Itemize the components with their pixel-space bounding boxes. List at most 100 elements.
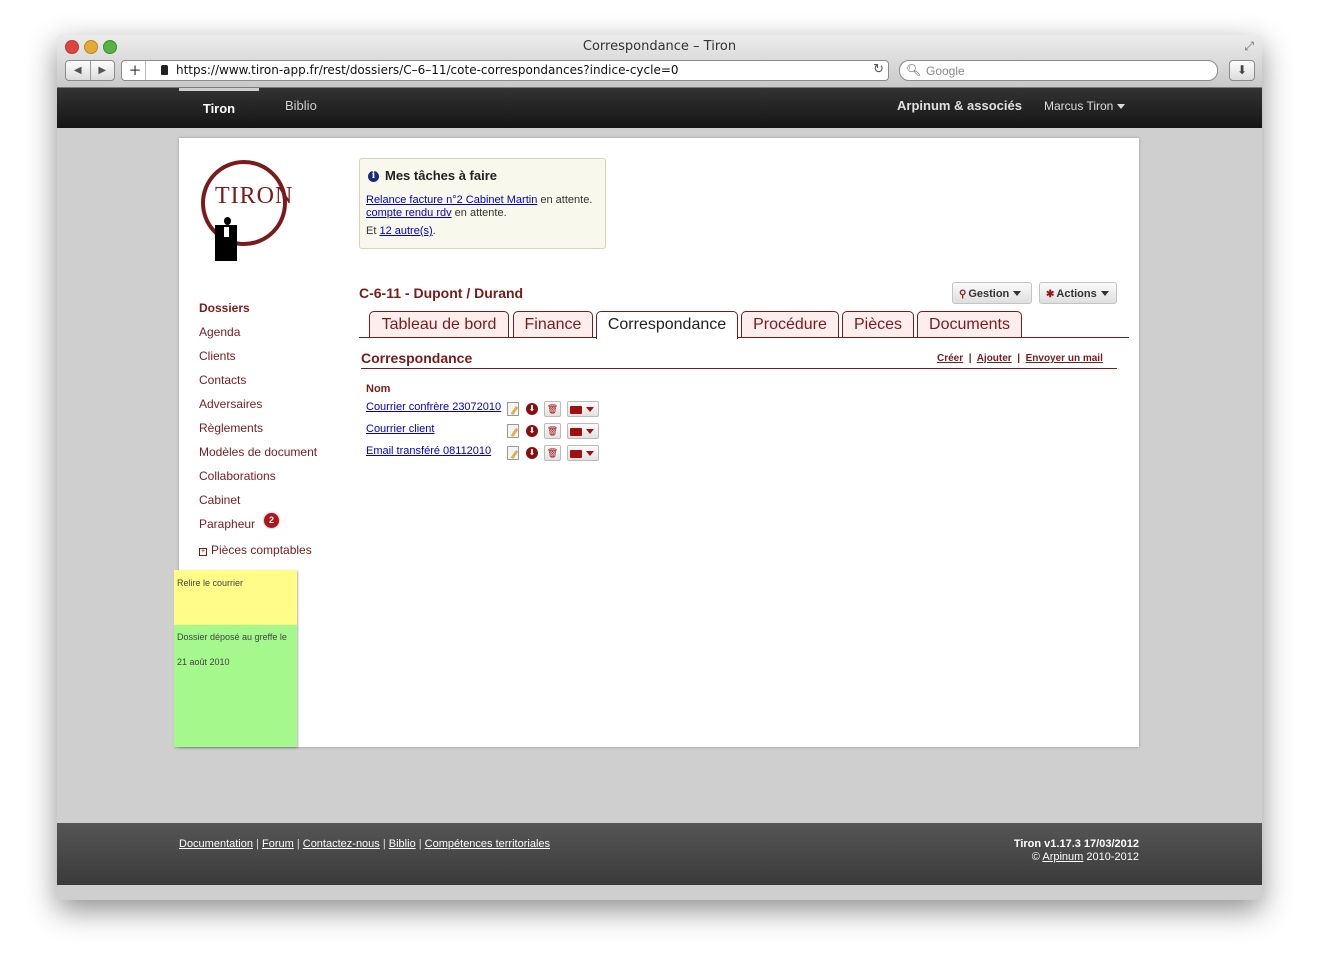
document-link[interactable]: Courrier client bbox=[366, 423, 434, 435]
sidebar-item-contacts[interactable]: Contacts bbox=[199, 373, 246, 387]
document-link[interactable]: Email transféré 08112010 bbox=[366, 445, 491, 457]
task-line-1: Relance facture n°2 Cabinet Martin en at… bbox=[366, 194, 592, 206]
tab-procedure[interactable]: Procédure bbox=[741, 311, 839, 337]
tab-pieces[interactable]: Pièces bbox=[842, 311, 914, 337]
address-bar[interactable]: + https://www.tiron-app.fr/rest/dossiers… bbox=[121, 60, 889, 81]
edit-icon[interactable] bbox=[507, 424, 519, 438]
logo-figure-head bbox=[224, 217, 231, 225]
search-input[interactable] bbox=[924, 62, 1208, 80]
sidebar-item-parapheur[interactable]: Parapheur bbox=[199, 517, 255, 531]
folder-menu-button[interactable] bbox=[567, 423, 599, 439]
tasks-title: Mes tâches à faire bbox=[385, 168, 498, 183]
logo-text: TIRON bbox=[215, 183, 294, 209]
logo-figure-collar bbox=[224, 227, 229, 237]
folder-menu-button[interactable] bbox=[567, 445, 599, 461]
user-name: Marcus Tiron bbox=[1044, 99, 1114, 113]
task-more-prefix: Et bbox=[366, 225, 380, 237]
edit-icon[interactable] bbox=[507, 402, 519, 416]
section-actions: Créer | Ajouter | Envoyer un mail bbox=[937, 353, 1103, 364]
add-link[interactable]: Ajouter bbox=[977, 353, 1012, 364]
footer-copyright: © Arpinum 2010-2012 bbox=[1032, 851, 1139, 863]
footer-link-arpinum[interactable]: Arpinum bbox=[1042, 851, 1083, 863]
task-link-relance[interactable]: Relance facture n°2 Cabinet Martin bbox=[366, 194, 537, 206]
nav-biblio[interactable]: Biblio bbox=[285, 88, 317, 128]
chevron-down-icon bbox=[1013, 291, 1022, 296]
copyright-prefix: © bbox=[1031, 851, 1043, 863]
sidebar-item-dossiers[interactable]: Dossiers bbox=[199, 301, 250, 315]
separator: | bbox=[965, 353, 977, 364]
sidebar-item-adversaires[interactable]: Adversaires bbox=[199, 397, 262, 411]
task-line-3: Et 12 autre(s). bbox=[366, 225, 436, 237]
trash-icon[interactable]: 🗑︎ bbox=[544, 445, 561, 461]
sidebar-item-label: Pièces comptables bbox=[211, 543, 312, 557]
send-mail-link[interactable]: Envoyer un mail bbox=[1026, 353, 1103, 364]
trash-icon[interactable]: 🗑︎ bbox=[544, 401, 561, 417]
sidebar-item-cabinet[interactable]: Cabinet bbox=[199, 493, 240, 507]
sticky-note-green[interactable]: Dossier déposé au greffe le 21 août 2010 bbox=[174, 625, 297, 747]
document-link[interactable]: Courrier confrère 23072010 bbox=[366, 401, 501, 413]
add-bookmark-icon[interactable]: + bbox=[125, 61, 146, 80]
tab-finance[interactable]: Finance bbox=[513, 311, 593, 337]
downloads-icon[interactable]: ⬇ bbox=[1229, 60, 1255, 81]
fullscreen-icon[interactable]: ⤢ bbox=[1244, 39, 1254, 54]
gestion-button[interactable]: ⚲ Gestion bbox=[952, 282, 1032, 304]
case-title: C-6-11 - Dupont / Durand bbox=[359, 285, 524, 301]
reload-icon[interactable]: ↻ bbox=[873, 62, 884, 77]
footer: Documentation | Forum | Contactez-nous |… bbox=[57, 823, 1262, 885]
task-status-2: en attente. bbox=[451, 207, 507, 219]
lock-icon bbox=[161, 65, 168, 75]
url-text[interactable]: https://www.tiron-app.fr/rest/dossiers/C… bbox=[176, 63, 679, 77]
download-icon[interactable]: ⬇ bbox=[526, 403, 538, 415]
footer-link-competences[interactable]: Compétences territoriales bbox=[425, 838, 550, 850]
footer-link-contact[interactable]: Contactez-nous bbox=[303, 838, 380, 850]
sidebar-item-collaborations[interactable]: Collaborations bbox=[199, 469, 276, 483]
footer-link-documentation[interactable]: Documentation bbox=[179, 838, 253, 850]
chevron-down-icon bbox=[586, 451, 594, 456]
back-button[interactable]: ◀ bbox=[66, 61, 91, 80]
actions-button[interactable]: ✱ Actions bbox=[1039, 282, 1117, 304]
sidebar-item-agenda[interactable]: Agenda bbox=[199, 325, 240, 339]
sidebar-item-clients[interactable]: Clients bbox=[199, 349, 236, 363]
footer-links: Documentation | Forum | Contactez-nous |… bbox=[179, 838, 550, 850]
task-link-compte-rendu[interactable]: compte rendu rdv bbox=[366, 207, 452, 219]
tab-documents[interactable]: Documents bbox=[917, 311, 1022, 337]
task-more-suffix: . bbox=[432, 225, 436, 237]
section-divider bbox=[361, 368, 1117, 369]
gear-icon: ✱ bbox=[1046, 289, 1055, 300]
app-navbar: Tiron Biblio Arpinum & associés Marcus T… bbox=[57, 88, 1262, 128]
tasks-panel: i Mes tâches à faire Relance facture n°2… bbox=[359, 158, 606, 249]
sidebar-item-pieces-comptables[interactable]: + Pièces comptables bbox=[199, 543, 312, 557]
sticky-note-yellow[interactable]: Relire le courrier bbox=[174, 570, 297, 625]
footer-link-forum[interactable]: Forum bbox=[262, 838, 294, 850]
nav-firm[interactable]: Arpinum & associés bbox=[897, 88, 1022, 128]
sidebar-item-reglements[interactable]: Règlements bbox=[199, 421, 263, 435]
browser-window: Correspondance – Tiron ⤢ ◀ ▶ + https://w… bbox=[57, 35, 1262, 900]
folder-menu-button[interactable] bbox=[567, 401, 599, 417]
title-bar: Correspondance – Tiron ⤢ ◀ ▶ + https://w… bbox=[57, 35, 1262, 88]
task-link-others[interactable]: 12 autre(s) bbox=[379, 225, 432, 237]
create-link[interactable]: Créer bbox=[937, 353, 963, 364]
download-icon[interactable]: ⬇ bbox=[526, 425, 538, 437]
nav-tiron[interactable]: Tiron bbox=[179, 88, 259, 128]
forward-button[interactable]: ▶ bbox=[91, 61, 115, 80]
edit-icon[interactable] bbox=[507, 446, 519, 460]
sidebar-item-modeles[interactable]: Modèles de document bbox=[199, 445, 317, 459]
trash-icon[interactable]: 🗑︎ bbox=[544, 423, 561, 439]
task-status-1: en attente. bbox=[537, 194, 593, 206]
main-page: TIRON Dossiers Agenda Clients Contacts A… bbox=[174, 138, 1139, 747]
tab-correspondance[interactable]: Correspondance bbox=[596, 311, 738, 339]
window-title: Correspondance – Tiron bbox=[582, 39, 737, 54]
user-menu[interactable]: Marcus Tiron bbox=[1044, 88, 1126, 128]
gestion-label: Gestion bbox=[968, 288, 1010, 300]
chevron-down-icon bbox=[586, 407, 594, 412]
chevron-down-icon bbox=[1100, 291, 1109, 296]
download-icon[interactable]: ⬇ bbox=[526, 447, 538, 459]
back-forward-buttons: ◀ ▶ bbox=[65, 60, 115, 81]
info-icon: i bbox=[368, 171, 379, 182]
footer-link-biblio[interactable]: Biblio bbox=[389, 838, 416, 850]
tab-tableau-de-bord[interactable]: Tableau de bord bbox=[369, 311, 509, 337]
copyright-years: 2010-2012 bbox=[1083, 851, 1139, 863]
expand-plus-icon[interactable]: + bbox=[199, 548, 207, 556]
parapheur-count-badge: 2 bbox=[264, 513, 279, 528]
column-header-name: Nom bbox=[366, 383, 391, 395]
